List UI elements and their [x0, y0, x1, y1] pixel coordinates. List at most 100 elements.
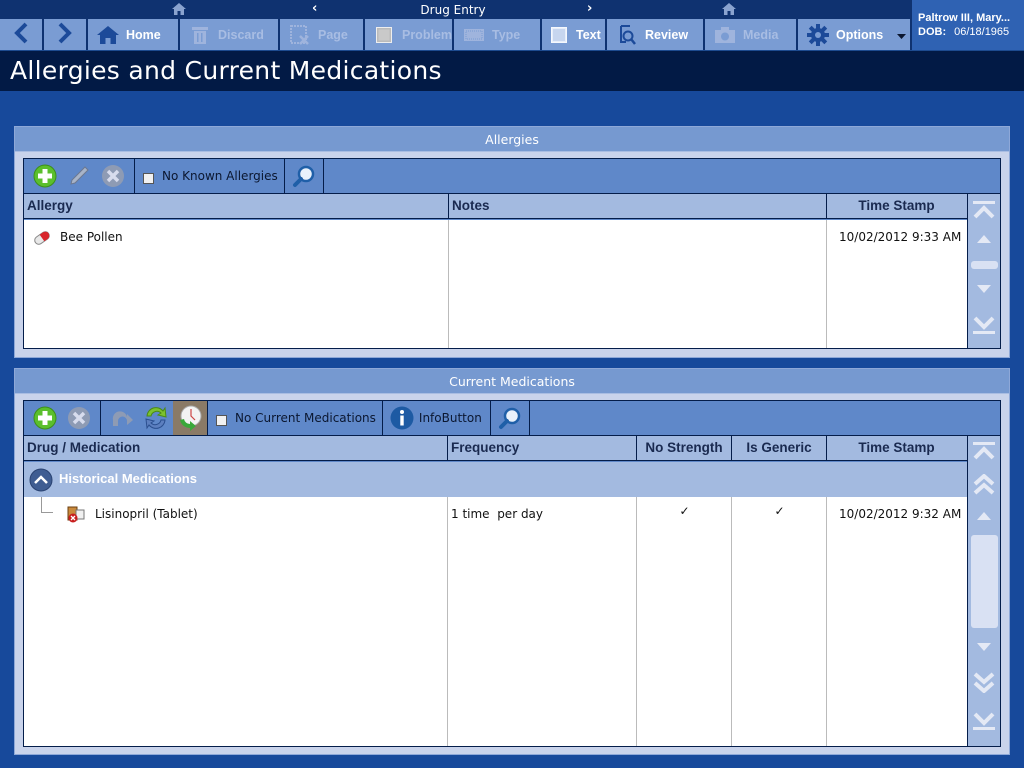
back-button[interactable] [0, 19, 44, 50]
allergies-scrollbar[interactable] [967, 194, 1000, 348]
scroll-top-icon[interactable] [972, 442, 996, 464]
pill-capsule-icon [33, 230, 51, 249]
no-known-allergies-group: No Known Allergies [135, 159, 285, 193]
delete-allergy-button[interactable] [98, 161, 128, 191]
no-known-allergies-checkbox[interactable] [143, 172, 154, 184]
forward-button[interactable] [44, 19, 88, 50]
camera-icon [714, 24, 736, 46]
column-divider [449, 220, 827, 348]
review-button[interactable]: Review [607, 19, 705, 50]
scroll-page-down-icon[interactable] [972, 671, 996, 693]
scroll-down-icon[interactable] [972, 643, 996, 651]
add-allergy-button[interactable] [30, 161, 60, 191]
medications-panel: Current Medications No Current Medicatio… [14, 368, 1010, 755]
text-button[interactable]: Text [542, 19, 607, 50]
drug-name: Lisinopril (Tablet) [95, 507, 198, 521]
no-current-medications-checkbox[interactable] [216, 414, 227, 426]
redo-arrow-icon [112, 411, 133, 426]
allergies-table-body: Bee Pollen 10/02/2012 9:33 AM [24, 220, 967, 348]
options-button[interactable]: Options [798, 19, 910, 50]
column-divider [637, 497, 732, 746]
clock-history-icon [180, 405, 202, 431]
medications-search-group [491, 401, 530, 435]
historical-medications-group-row[interactable]: Historical Medications [24, 462, 967, 497]
scroll-bottom-icon[interactable] [972, 708, 996, 730]
is-generic-check: ✓ [774, 504, 785, 518]
delete-medication-button[interactable] [64, 403, 94, 433]
medications-panel-title: Current Medications [15, 369, 1009, 394]
gear-icon [807, 23, 829, 46]
review-search-icon [616, 24, 638, 46]
home-icon [97, 24, 119, 46]
trash-icon [189, 24, 211, 46]
medications-scrollbar[interactable] [967, 436, 1000, 746]
tree-connector [41, 497, 53, 513]
page-button[interactable]: Page [280, 19, 365, 50]
column-header-is-generic[interactable]: Is Generic [732, 436, 827, 460]
refresh-icon [145, 406, 167, 430]
scroll-up-icon[interactable] [972, 235, 996, 243]
column-header-drug[interactable]: Drug / Medication [24, 436, 448, 460]
search-icon [292, 165, 315, 187]
home-icon[interactable] [722, 3, 736, 15]
media-button[interactable]: Media [705, 19, 798, 50]
scrollbar-thumb[interactable] [971, 261, 998, 269]
allergy-timestamp: 10/02/2012 9:33 AM [839, 230, 962, 244]
column-header-frequency[interactable]: Frequency [448, 436, 637, 460]
info-icon [387, 403, 417, 433]
scroll-bottom-icon[interactable] [972, 312, 996, 334]
no-known-allergies-label: No Known Allergies [162, 169, 278, 183]
discard-label: Discard [218, 27, 264, 42]
group-label: Historical Medications [59, 471, 197, 486]
next-page-arrow[interactable]: › [587, 1, 592, 16]
column-header-timestamp[interactable]: Time Stamp [827, 436, 966, 460]
options-label: Options [836, 27, 884, 42]
search-allergies-button[interactable] [289, 161, 319, 191]
scroll-top-icon[interactable] [972, 201, 996, 223]
redo-button[interactable] [107, 403, 137, 433]
info-button[interactable]: InfoButton [383, 401, 491, 435]
no-current-medications-label: No Current Medications [235, 411, 376, 425]
prev-page-arrow[interactable]: ‹ [312, 1, 317, 16]
problem-button[interactable]: Problem [365, 19, 454, 50]
discontinued-med-icon [67, 505, 85, 526]
discard-button[interactable]: Discard [180, 19, 280, 50]
column-divider [732, 497, 827, 746]
medications-history-group [101, 401, 208, 435]
collapse-group-icon[interactable] [29, 468, 53, 496]
search-medications-button[interactable] [495, 403, 525, 433]
pencil-icon [70, 166, 89, 185]
home-icon[interactable] [172, 3, 186, 15]
keyboard-icon [463, 24, 485, 46]
scroll-page-up-icon[interactable] [972, 474, 996, 496]
search-icon [498, 407, 521, 429]
page-cancel-icon [289, 24, 311, 46]
allergies-action-group [24, 159, 135, 193]
patient-info[interactable]: Paltrow III, Mary... DOB: 06/18/1965 [910, 0, 1024, 50]
allergies-panel-title: Allergies [15, 127, 1009, 152]
column-header-no-strength[interactable]: No Strength [637, 436, 732, 460]
back-arrow-icon [13, 22, 29, 47]
patient-dob: 06/18/1965 [954, 26, 1010, 38]
review-label: Review [645, 27, 689, 42]
scroll-up-icon[interactable] [972, 512, 996, 520]
column-header-timestamp[interactable]: Time Stamp [827, 194, 966, 218]
text-label: Text [576, 27, 601, 42]
dob-label: DOB: [918, 26, 947, 38]
patient-name: Paltrow III, Mary... [918, 12, 1011, 24]
medication-history-button[interactable] [173, 401, 207, 435]
medication-timestamp: 10/02/2012 9:32 AM [839, 507, 962, 521]
scroll-down-icon[interactable] [972, 285, 996, 293]
top-navigation: ‹ Drug Entry › [0, 0, 910, 19]
add-medication-button[interactable] [30, 403, 60, 433]
allergies-header-row: Allergy Notes Time Stamp [24, 194, 967, 219]
edit-allergy-button[interactable] [64, 161, 94, 191]
medications-toolbar: No Current Medications InfoButton [24, 401, 1000, 436]
scrollbar-thumb[interactable] [971, 535, 998, 628]
refresh-button[interactable] [141, 403, 171, 433]
column-header-allergy[interactable]: Allergy [24, 194, 449, 218]
column-header-notes[interactable]: Notes [449, 194, 827, 218]
column-divider [24, 497, 448, 746]
type-button[interactable]: Type [454, 19, 542, 50]
home-button[interactable]: Home [88, 19, 180, 50]
